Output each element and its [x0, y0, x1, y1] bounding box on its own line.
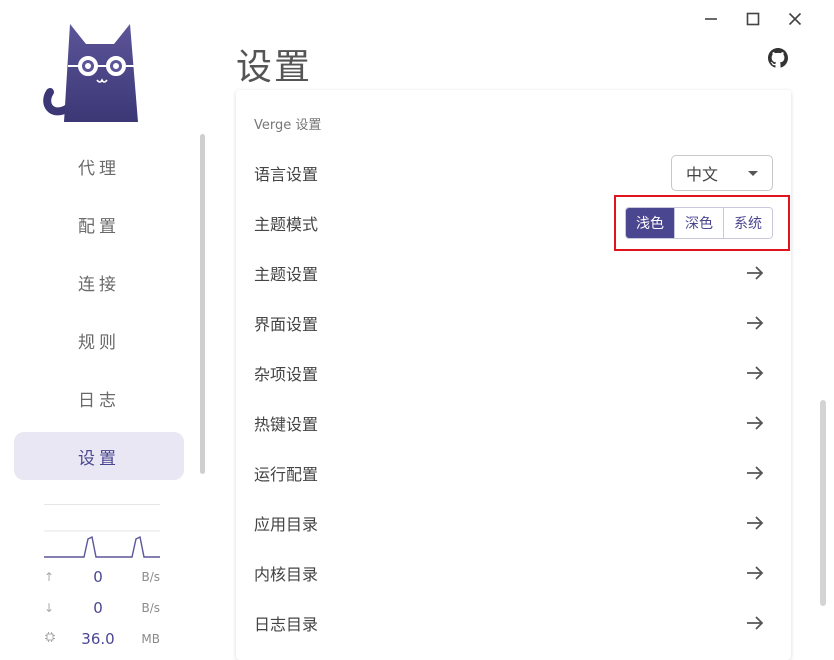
download-stat: ↓ 0 B/s — [44, 592, 160, 623]
runtime-config-row[interactable]: 运行配置 — [236, 448, 791, 498]
sidebar-item-label: 设置 — [78, 448, 120, 469]
close-icon — [788, 12, 802, 26]
sidebar-item-profiles[interactable]: 配置 — [14, 200, 184, 248]
misc-settings-label: 杂项设置 — [254, 365, 319, 384]
memory-chip-icon — [44, 631, 62, 646]
theme-mode-row: 主题模式 浅色 深色 系统 — [236, 198, 791, 248]
sidebar-item-label: 日志 — [78, 390, 120, 411]
github-icon[interactable] — [768, 48, 788, 68]
upload-unit: B/s — [141, 569, 160, 584]
theme-dark-button[interactable]: 深色 — [674, 208, 723, 238]
core-dir-row[interactable]: 内核目录 — [236, 548, 791, 598]
app-dir-row[interactable]: 应用目录 — [236, 498, 791, 548]
memory-unit: MB — [141, 631, 160, 646]
hotkey-settings-row[interactable]: 热键设置 — [236, 398, 791, 448]
sidebar: 代理 配置 连接 规则 日志 设置 ↑ 0 B/s ↓ 0 B/s 36.0 M… — [0, 0, 200, 660]
minimize-button[interactable] — [690, 6, 732, 32]
download-unit: B/s — [141, 600, 160, 615]
arrow-right-icon[interactable] — [745, 263, 765, 283]
language-select[interactable]: 中文 — [671, 155, 773, 191]
log-dir-row[interactable]: 日志目录 — [236, 598, 791, 648]
hotkey-settings-label: 热键设置 — [254, 415, 319, 434]
app-dir-label: 应用目录 — [254, 515, 319, 534]
arrow-down-icon: ↓ — [44, 600, 55, 615]
download-value: 0 — [93, 598, 103, 617]
theme-light-button[interactable]: 浅色 — [626, 208, 674, 238]
language-label: 语言设置 — [254, 165, 319, 184]
sidebar-item-label: 连接 — [78, 274, 120, 295]
sidebar-item-logs[interactable]: 日志 — [14, 374, 184, 422]
minimize-icon — [705, 18, 717, 20]
sidebar-item-label: 规则 — [78, 332, 120, 353]
misc-settings-row[interactable]: 杂项设置 — [236, 348, 791, 398]
main-scrollbar[interactable] — [820, 400, 826, 606]
caret-down-icon — [748, 171, 758, 176]
arrow-right-icon[interactable] — [745, 363, 765, 383]
core-dir-label: 内核目录 — [254, 565, 319, 584]
memory-value: 36.0 — [81, 629, 115, 648]
language-value: 中文 — [686, 165, 719, 184]
log-dir-label: 日志目录 — [254, 615, 319, 634]
sidebar-item-label: 配置 — [78, 216, 120, 237]
language-row: 语言设置 中文 — [236, 148, 791, 198]
theme-mode-toggle-group: 浅色 深色 系统 — [625, 207, 773, 239]
close-button[interactable] — [774, 6, 816, 32]
arrow-right-icon[interactable] — [745, 513, 765, 533]
sidebar-item-settings[interactable]: 设置 — [14, 432, 184, 480]
upload-stat: ↑ 0 B/s — [44, 561, 160, 592]
arrow-up-icon: ↑ — [44, 569, 55, 584]
theme-settings-row[interactable]: 主题设置 — [236, 248, 791, 298]
window-controls — [690, 6, 816, 32]
maximize-icon — [746, 12, 760, 26]
cat-logo-icon — [43, 24, 138, 122]
arrow-right-icon[interactable] — [745, 313, 765, 333]
layout-settings-row[interactable]: 界面设置 — [236, 298, 791, 348]
arrow-right-icon[interactable] — [745, 563, 765, 583]
theme-mode-label: 主题模式 — [254, 215, 319, 234]
traffic-graph — [44, 530, 160, 558]
upload-value: 0 — [93, 567, 103, 586]
theme-settings-label: 主题设置 — [254, 265, 319, 284]
section-title: Verge 设置 — [254, 118, 322, 133]
arrow-right-icon[interactable] — [745, 413, 765, 433]
theme-system-button[interactable]: 系统 — [723, 208, 772, 238]
sidebar-item-rules[interactable]: 规则 — [14, 316, 184, 364]
layout-settings-label: 界面设置 — [254, 315, 319, 334]
sidebar-scrollbar[interactable] — [200, 134, 205, 474]
maximize-button[interactable] — [732, 6, 774, 32]
page-title: 设置 — [236, 47, 313, 88]
runtime-config-label: 运行配置 — [254, 465, 319, 484]
sidebar-nav: 代理 配置 连接 规则 日志 设置 — [14, 142, 184, 490]
arrow-right-icon[interactable] — [745, 613, 765, 633]
traffic-panel: ↑ 0 B/s ↓ 0 B/s 36.0 MB — [44, 504, 160, 654]
sidebar-item-label: 代理 — [78, 158, 120, 179]
settings-card: Verge 设置 语言设置 中文 主题模式 浅色 深色 系统 主题设置界面设置杂… — [236, 90, 791, 660]
arrow-right-icon[interactable] — [745, 463, 765, 483]
sidebar-item-connections[interactable]: 连接 — [14, 258, 184, 306]
sidebar-item-proxy[interactable]: 代理 — [14, 142, 184, 190]
memory-stat: 36.0 MB — [44, 623, 160, 654]
